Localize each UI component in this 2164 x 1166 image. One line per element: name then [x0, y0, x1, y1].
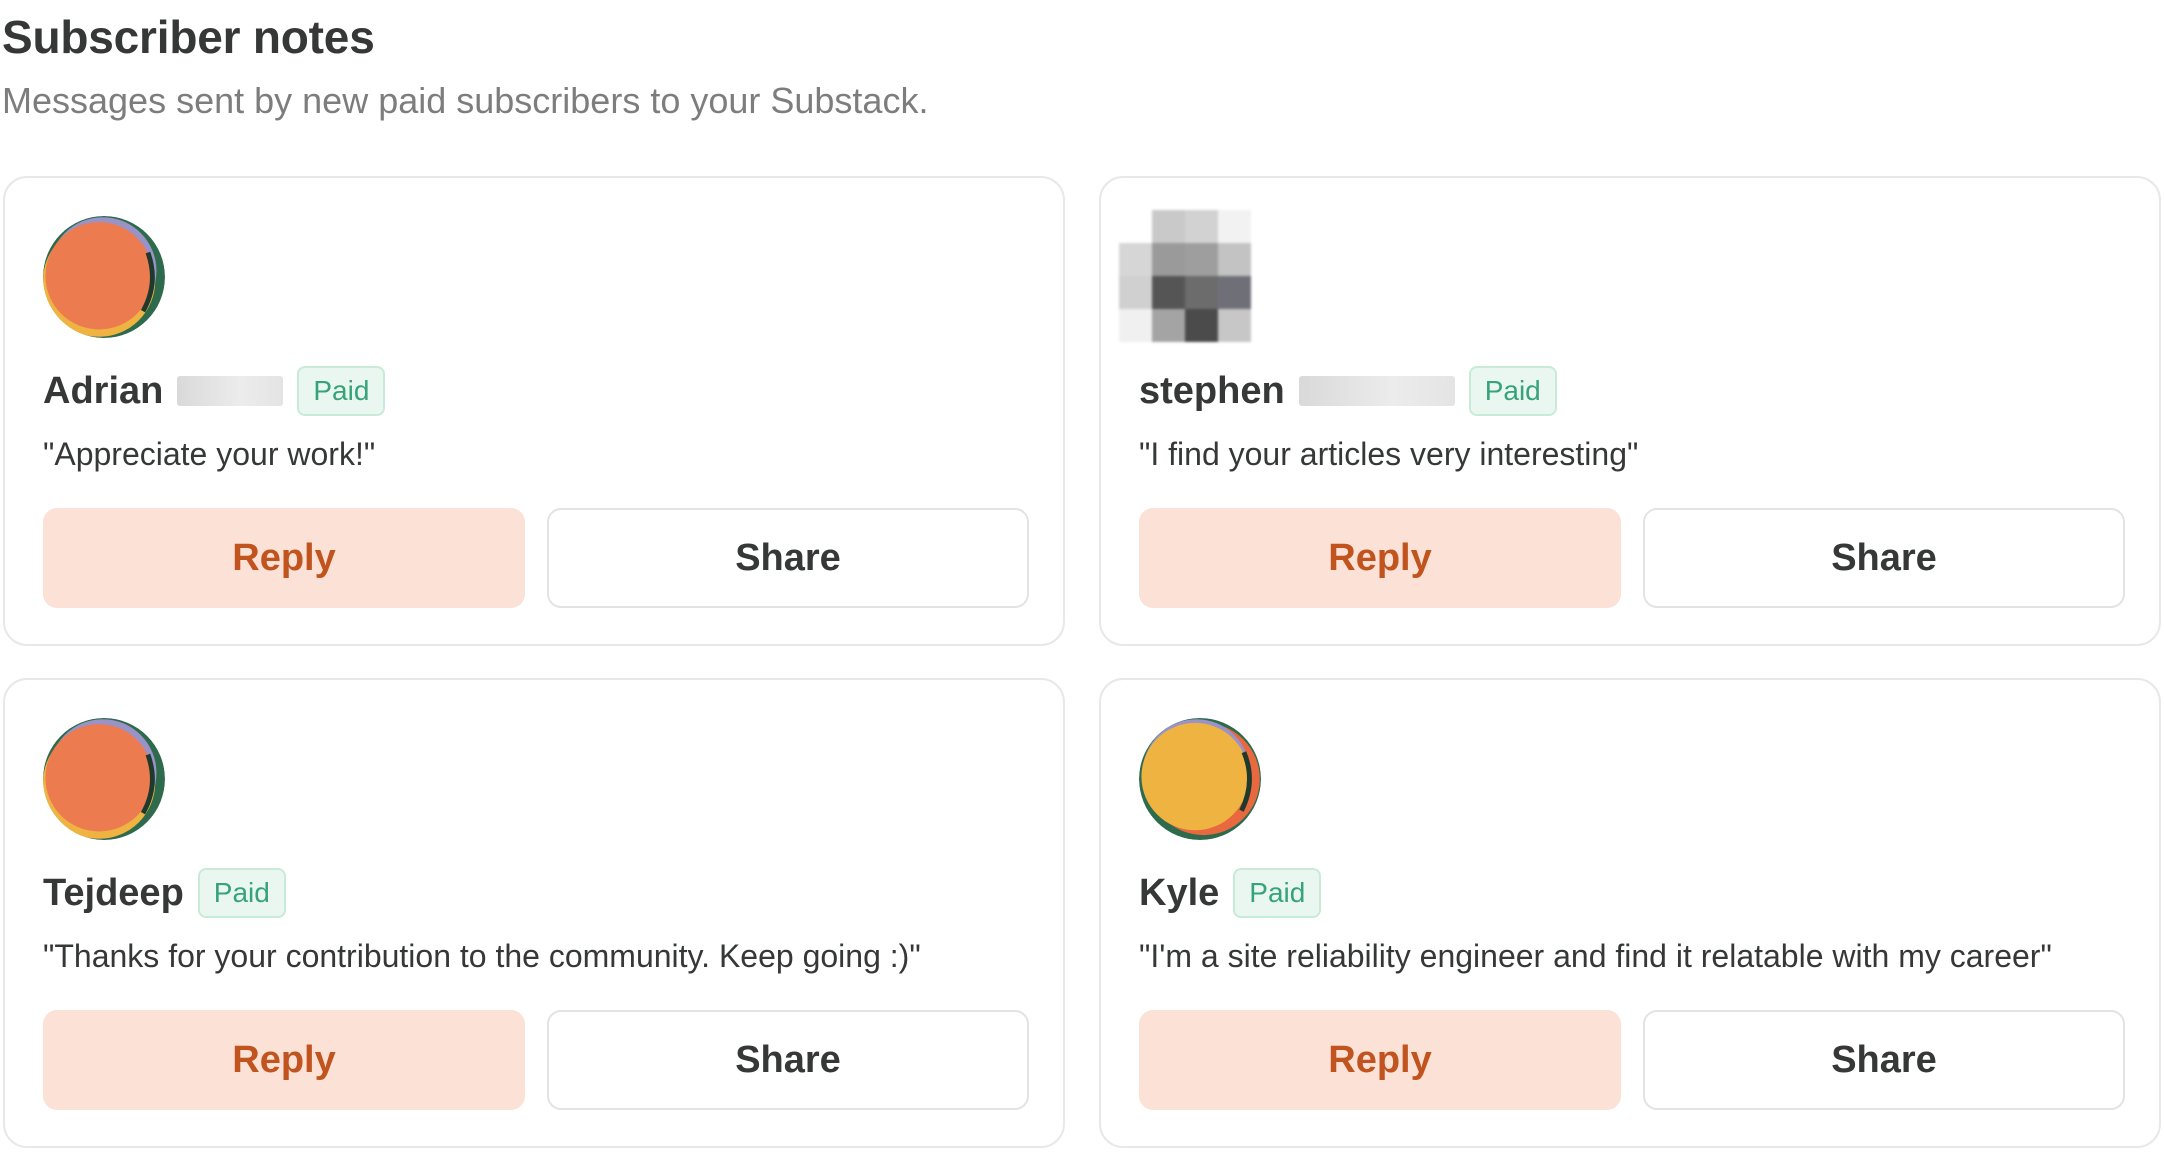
subscriber-name: Kyle — [1139, 871, 1220, 914]
subscriber-name-row: stephen Paid — [1139, 366, 1557, 416]
subscriber-name: Adrian — [43, 369, 164, 412]
orange-avatar-icon — [43, 216, 165, 338]
page-title: Subscriber notes — [2, 11, 375, 63]
share-button[interactable]: Share — [547, 1010, 1029, 1110]
notes-grid: Adrian Paid "Appreciate your work!" Repl… — [3, 176, 2161, 1148]
subscriber-note-card: Kyle Paid "I'm a site reliability engine… — [1099, 678, 2161, 1148]
reply-button[interactable]: Reply — [43, 1010, 525, 1110]
subscriber-name-row: Kyle Paid — [1139, 868, 1322, 918]
paid-badge: Paid — [197, 868, 286, 918]
subscriber-name-row: Adrian Paid — [43, 366, 386, 416]
paid-badge: Paid — [1468, 366, 1557, 416]
subscriber-message: "Thanks for your contribution to the com… — [43, 938, 921, 974]
reply-button[interactable]: Reply — [1139, 1010, 1621, 1110]
subscriber-note-card: stephen Paid "I find your articles very … — [1099, 176, 2161, 646]
reply-button[interactable]: Reply — [1139, 508, 1621, 608]
paid-badge: Paid — [297, 366, 386, 416]
subscriber-name: stephen — [1139, 369, 1285, 412]
subscriber-message: "I find your articles very interesting" — [1139, 436, 1639, 472]
share-button[interactable]: Share — [1643, 1010, 2125, 1110]
reply-button[interactable]: Reply — [43, 508, 525, 608]
pixelated-avatar-icon — [1119, 210, 1251, 342]
share-button[interactable]: Share — [547, 508, 1029, 608]
yellow-avatar-icon — [1139, 718, 1261, 840]
subscriber-note-card: Adrian Paid "Appreciate your work!" Repl… — [3, 176, 1065, 646]
subscriber-message: "Appreciate your work!" — [43, 436, 376, 472]
subscriber-name-row: Tejdeep Paid — [43, 868, 286, 918]
page-subtitle: Messages sent by new paid subscribers to… — [2, 80, 929, 121]
redacted-surname — [177, 376, 284, 406]
subscriber-message: "I'm a site reliability engineer and fin… — [1139, 938, 2052, 974]
orange-avatar-icon — [43, 718, 165, 840]
redacted-surname — [1298, 376, 1455, 406]
subscriber-notes-page: Subscriber notes Messages sent by new pa… — [0, 0, 2164, 1166]
subscriber-name: Tejdeep — [43, 871, 184, 914]
paid-badge: Paid — [1233, 868, 1322, 918]
share-button[interactable]: Share — [1643, 508, 2125, 608]
subscriber-note-card: Tejdeep Paid "Thanks for your contributi… — [3, 678, 1065, 1148]
